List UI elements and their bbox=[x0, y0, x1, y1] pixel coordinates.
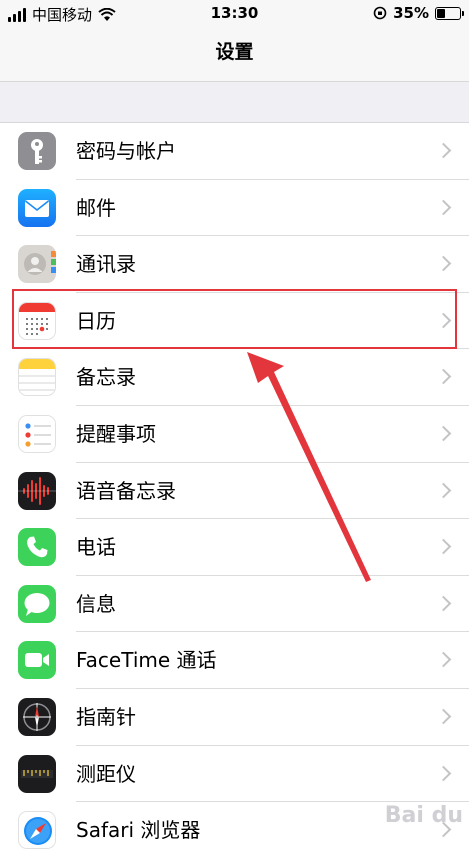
watermark: Bai du bbox=[384, 803, 463, 828]
annotation-arrow-icon bbox=[247, 352, 371, 582]
